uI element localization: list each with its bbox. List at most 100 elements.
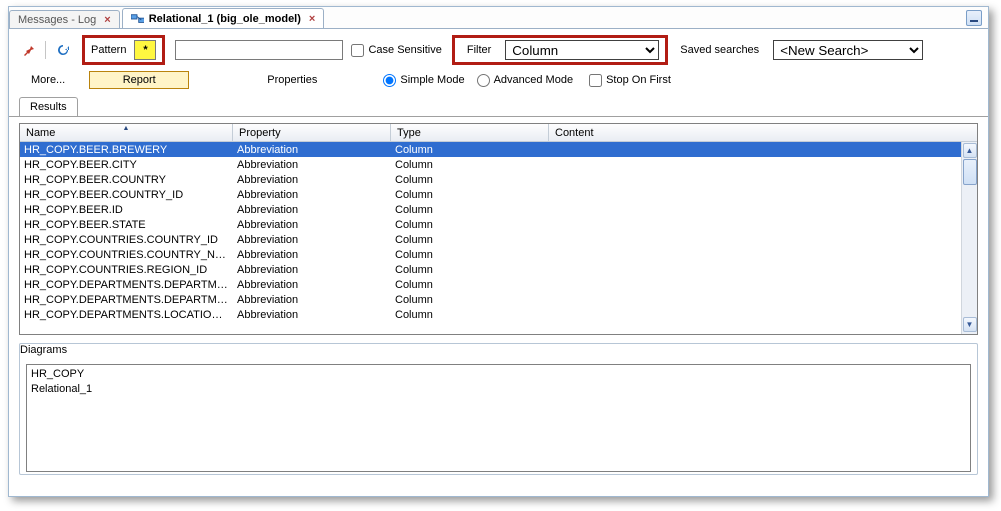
advanced-mode-radio[interactable]: Advanced Mode bbox=[477, 74, 574, 87]
cell: HR_COPY.BEER.BREWERY bbox=[20, 144, 233, 156]
col-name[interactable]: Name bbox=[20, 124, 233, 141]
advanced-mode-input[interactable] bbox=[477, 74, 490, 87]
diagrams-legend: Diagrams bbox=[20, 344, 67, 356]
saved-searches-select[interactable]: <New Search> bbox=[773, 40, 923, 60]
cell: Column bbox=[391, 264, 549, 276]
search-toolbar: Pattern * Case Sensitive Filter Column S… bbox=[9, 29, 988, 67]
table-row[interactable]: HR_COPY.BEER.CITYAbbreviationColumn bbox=[20, 157, 977, 172]
editor-tab-strip: Messages - Log × Relational_1 (big_ole_m… bbox=[9, 7, 988, 29]
options-toolbar: More... Report Properties Simple Mode Ad… bbox=[9, 67, 988, 97]
table-row[interactable]: HR_COPY.DEPARTMENTS.DEPARTMENT...Abbrevi… bbox=[20, 292, 977, 307]
diagrams-group: Diagrams HR_COPYRelational_1 bbox=[19, 343, 978, 475]
results-tab[interactable]: Results bbox=[19, 97, 78, 116]
cell: HR_COPY.BEER.CITY bbox=[20, 159, 233, 171]
scroll-down-button[interactable]: ▼ bbox=[963, 317, 977, 332]
table-row[interactable]: HR_COPY.COUNTRIES.REGION_IDAbbreviationC… bbox=[20, 262, 977, 277]
table-row[interactable]: HR_COPY.BEER.BREWERYAbbreviationColumn bbox=[20, 142, 977, 157]
cell: Column bbox=[391, 189, 549, 201]
cell: Column bbox=[391, 294, 549, 306]
cell: Column bbox=[391, 279, 549, 291]
separator bbox=[45, 41, 46, 59]
pin-icon[interactable] bbox=[19, 41, 37, 59]
table-row[interactable]: HR_COPY.BEER.COUNTRY_IDAbbreviationColum… bbox=[20, 187, 977, 202]
cell: HR_COPY.DEPARTMENTS.DEPARTMENT... bbox=[20, 294, 233, 306]
cell: Column bbox=[391, 234, 549, 246]
cell: Column bbox=[391, 219, 549, 231]
cell: Abbreviation bbox=[233, 159, 391, 171]
table-row[interactable]: HR_COPY.DEPARTMENTS.LOCATION_IDAbbreviat… bbox=[20, 307, 977, 322]
filter-select[interactable]: Column bbox=[505, 40, 659, 60]
table-row[interactable]: HR_COPY.BEER.STATEAbbreviationColumn bbox=[20, 217, 977, 232]
cell: HR_COPY.BEER.ID bbox=[20, 204, 233, 216]
cell: Abbreviation bbox=[233, 234, 391, 246]
report-label: Report bbox=[123, 74, 156, 86]
search-input[interactable] bbox=[175, 40, 343, 60]
cell: Column bbox=[391, 174, 549, 186]
pattern-indicator[interactable]: * bbox=[134, 40, 156, 60]
simple-mode-input[interactable] bbox=[383, 74, 396, 87]
table-row[interactable]: HR_COPY.COUNTRIES.COUNTRY_NAMEAbbreviati… bbox=[20, 247, 977, 262]
more-link[interactable]: More... bbox=[31, 74, 65, 86]
scroll-thumb[interactable] bbox=[963, 159, 977, 185]
case-sensitive-checkbox[interactable]: Case Sensitive bbox=[351, 44, 441, 57]
minimize-button[interactable] bbox=[966, 10, 982, 26]
pattern-highlight: Pattern * bbox=[82, 35, 165, 65]
cell: Abbreviation bbox=[233, 294, 391, 306]
table-body: HR_COPY.BEER.BREWERYAbbreviationColumnHR… bbox=[20, 142, 977, 322]
cell: Column bbox=[391, 204, 549, 216]
cell: Column bbox=[391, 159, 549, 171]
table-row[interactable]: HR_COPY.BEER.IDAbbreviationColumn bbox=[20, 202, 977, 217]
close-tab-icon[interactable]: × bbox=[305, 13, 315, 25]
relational-tab-icon bbox=[131, 13, 145, 25]
cell: Abbreviation bbox=[233, 264, 391, 276]
list-item[interactable]: Relational_1 bbox=[31, 382, 966, 397]
case-sensitive-input[interactable] bbox=[351, 44, 364, 57]
cell: Abbreviation bbox=[233, 204, 391, 216]
filter-label: Filter bbox=[461, 44, 499, 56]
cell: Column bbox=[391, 144, 549, 156]
cell: HR_COPY.COUNTRIES.COUNTRY_ID bbox=[20, 234, 233, 246]
close-tab-icon[interactable]: × bbox=[100, 14, 110, 26]
app-frame: Messages - Log × Relational_1 (big_ole_m… bbox=[8, 6, 989, 497]
results-tab-strip: Results bbox=[9, 97, 988, 117]
simple-mode-label: Simple Mode bbox=[400, 74, 464, 86]
results-table: Name Property Type Content HR_COPY.BEER.… bbox=[19, 123, 978, 335]
list-item[interactable]: HR_COPY bbox=[31, 367, 966, 382]
table-row[interactable]: HR_COPY.DEPARTMENTS.DEPARTMENT...Abbrevi… bbox=[20, 277, 977, 292]
properties-label: Properties bbox=[267, 74, 317, 86]
scroll-up-button[interactable]: ▲ bbox=[963, 143, 977, 158]
cell: HR_COPY.COUNTRIES.REGION_ID bbox=[20, 264, 233, 276]
vertical-scrollbar[interactable]: ▲ ▼ bbox=[961, 142, 977, 334]
col-type[interactable]: Type bbox=[391, 124, 549, 141]
table-row[interactable]: HR_COPY.BEER.COUNTRYAbbreviationColumn bbox=[20, 172, 977, 187]
filter-highlight: Filter Column bbox=[452, 35, 668, 65]
cell: Abbreviation bbox=[233, 189, 391, 201]
table-row[interactable]: HR_COPY.COUNTRIES.COUNTRY_IDAbbreviation… bbox=[20, 232, 977, 247]
table-header: Name Property Type Content bbox=[20, 124, 977, 142]
cell: HR_COPY.DEPARTMENTS.DEPARTMENT... bbox=[20, 279, 233, 291]
cell: HR_COPY.BEER.STATE bbox=[20, 219, 233, 231]
cell: Abbreviation bbox=[233, 249, 391, 261]
report-button[interactable]: Report bbox=[89, 71, 189, 89]
col-content[interactable]: Content bbox=[549, 124, 977, 141]
simple-mode-radio[interactable]: Simple Mode bbox=[383, 74, 464, 87]
tab-relational-model[interactable]: Relational_1 (big_ole_model) × bbox=[122, 8, 325, 28]
tab-label: Messages - Log bbox=[18, 14, 96, 26]
cell: Abbreviation bbox=[233, 219, 391, 231]
cell: Column bbox=[391, 309, 549, 321]
col-property[interactable]: Property bbox=[233, 124, 391, 141]
cell: Abbreviation bbox=[233, 144, 391, 156]
cell: Abbreviation bbox=[233, 174, 391, 186]
stop-on-first-input[interactable] bbox=[589, 74, 602, 87]
cell: Abbreviation bbox=[233, 279, 391, 291]
tab-messages-log[interactable]: Messages - Log × bbox=[9, 10, 120, 28]
refresh-icon[interactable] bbox=[54, 41, 72, 59]
cell: HR_COPY.BEER.COUNTRY_ID bbox=[20, 189, 233, 201]
cell: Abbreviation bbox=[233, 309, 391, 321]
tab-label: Relational_1 (big_ole_model) bbox=[149, 13, 301, 25]
diagrams-list[interactable]: HR_COPYRelational_1 bbox=[26, 364, 971, 472]
results-tab-label: Results bbox=[30, 101, 67, 113]
stop-on-first-checkbox[interactable]: Stop On First bbox=[589, 74, 671, 87]
cell: Column bbox=[391, 249, 549, 261]
advanced-mode-label: Advanced Mode bbox=[494, 74, 574, 86]
